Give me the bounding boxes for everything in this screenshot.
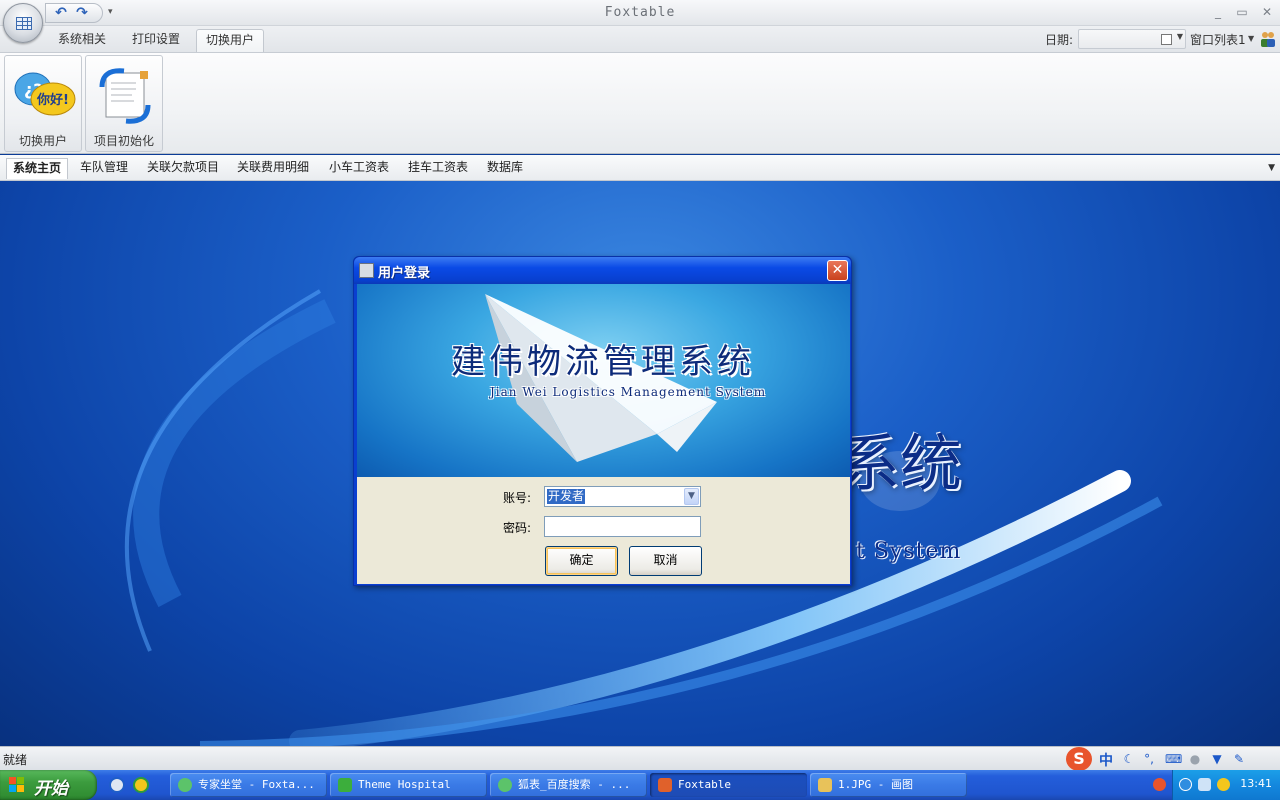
dialog-title: 用户登录 xyxy=(378,266,431,281)
sogou-tray-icon[interactable] xyxy=(1153,778,1166,791)
start-button[interactable]: 开始 xyxy=(0,770,97,800)
tab-database[interactable]: 数据库 xyxy=(481,158,529,179)
ok-button[interactable]: 确定 xyxy=(545,546,618,576)
clock: 13:41 xyxy=(1240,777,1272,790)
password-input[interactable] xyxy=(544,516,701,537)
window-title: Foxtable xyxy=(604,5,676,20)
user-icon[interactable]: ● xyxy=(1188,752,1202,766)
users-icon[interactable] xyxy=(1259,30,1277,48)
ribbon-tab-switch-user[interactable]: 切换用户 xyxy=(196,29,265,52)
login-dialog: 用户登录 ✕ 建伟物流管理系统 Jian Wei Logistics Manag… xyxy=(353,256,852,586)
account-select[interactable]: 开发者 ▼ xyxy=(544,486,701,507)
shirt-icon[interactable]: ▼ xyxy=(1210,752,1224,766)
close-window-button[interactable]: ✕ xyxy=(1256,3,1278,21)
tab-list-dropdown-icon[interactable]: ▼ xyxy=(1268,163,1275,173)
calendar-icon xyxy=(1161,34,1172,45)
ime-mode-button[interactable]: 中 xyxy=(1099,750,1113,770)
foxtable-icon xyxy=(658,778,672,792)
status-text: 就绪 xyxy=(3,753,28,767)
tab-home[interactable]: 系统主页 xyxy=(6,158,69,179)
switch-user-button[interactable]: ¿? 你好! 切换用户 xyxy=(4,55,82,152)
wrench-icon[interactable]: ✎ xyxy=(1232,752,1246,766)
tab-related-expenses[interactable]: 关联费用明细 xyxy=(231,158,315,179)
login-form: 账号: 开发者 ▼ 密码: 确定 取消 xyxy=(357,477,850,584)
taskbar-item[interactable]: Theme Hospital xyxy=(330,773,487,797)
project-init-label: 项目初始化 xyxy=(93,134,154,148)
window-list-dropdown[interactable]: 窗口列表1 xyxy=(1190,31,1246,48)
chevron-down-icon: ▼ xyxy=(1176,32,1183,41)
hello-speech-bubble-icon: ¿? 你好! xyxy=(14,72,76,116)
table-grid-icon xyxy=(16,17,32,30)
chevron-left-icon[interactable] xyxy=(1179,778,1192,791)
account-value: 开发者 xyxy=(547,489,586,504)
punctuation-icon[interactable]: °, xyxy=(1142,752,1156,766)
document-refresh-icon xyxy=(99,68,151,124)
tab-car-wages[interactable]: 小车工资表 xyxy=(323,158,395,179)
page-tab-bar: 系统主页 车队管理 关联欠款项目 关联费用明细 小车工资表 挂车工资表 数据库 … xyxy=(0,155,1280,181)
ribbon-tab-print-settings[interactable]: 打印设置 xyxy=(123,29,189,52)
paint-icon xyxy=(818,778,832,792)
banner-title: 建伟物流管理系统 xyxy=(451,342,755,382)
chevron-down-icon: ▼ xyxy=(1248,34,1255,43)
taskbar-item-label: 专家坐堂 - Foxta... xyxy=(198,778,315,791)
browser-icon xyxy=(178,778,192,792)
taskbar-item[interactable]: 1.JPG - 画图 xyxy=(810,773,967,797)
ribbon-tab-bar: 系统相关 打印设置 切换用户 日期: ▼ 窗口列表1 ▼ xyxy=(0,26,1280,52)
taskbar-item-label: 狐表_百度搜索 - ... xyxy=(518,778,631,791)
login-banner: 建伟物流管理系统 Jian Wei Logistics Management S… xyxy=(357,284,850,477)
taskbar-item-label: Theme Hospital xyxy=(358,778,451,791)
tab-trailer-wages[interactable]: 挂车工资表 xyxy=(402,158,474,179)
date-picker[interactable]: ▼ xyxy=(1078,29,1186,49)
windows-flag-icon xyxy=(9,777,24,792)
hospital-cross-icon xyxy=(338,778,352,792)
browser-icon xyxy=(498,778,512,792)
dialog-app-icon xyxy=(359,263,374,278)
dialog-close-button[interactable]: ✕ xyxy=(827,260,848,281)
background-title-text: 系统 xyxy=(838,427,963,500)
dialog-title-bar[interactable]: 用户登录 ✕ xyxy=(354,257,851,284)
ime-toolbar: S 中 ☾ °, ⌨ ● ▼ ✎ xyxy=(1066,747,1278,771)
chevron-down-icon[interactable]: ▼ xyxy=(684,488,699,505)
taskbar-item[interactable]: 专家坐堂 - Foxta... xyxy=(170,773,327,797)
network-icon[interactable] xyxy=(1198,778,1211,791)
banner-subtitle: Jian Wei Logistics Management System xyxy=(490,385,767,399)
ribbon-panel: ¿? 你好! 切换用户 项目初始化 xyxy=(0,52,1280,154)
moon-icon[interactable]: ☾ xyxy=(1122,752,1136,766)
start-label: 开始 xyxy=(34,779,68,799)
taskbar-item-label: 1.JPG - 画图 xyxy=(838,778,913,791)
sogou-ime-icon[interactable]: S xyxy=(1066,747,1092,771)
tab-fleet-management[interactable]: 车队管理 xyxy=(74,158,134,179)
browser-icon[interactable] xyxy=(133,777,149,793)
ie-icon[interactable] xyxy=(109,777,125,793)
password-label: 密码: xyxy=(503,521,532,535)
status-bar: 就绪 S 中 ☾ °, ⌨ ● ▼ ✎ xyxy=(0,746,1280,771)
application-menu-button[interactable] xyxy=(3,3,43,43)
keyboard-icon[interactable]: ⌨ xyxy=(1165,752,1182,766)
account-label: 账号: xyxy=(503,491,532,505)
title-bar: ↶ ↷ ▾ Foxtable _ ▭ ✕ xyxy=(0,0,1280,26)
quick-launch xyxy=(105,775,155,795)
tab-related-debts[interactable]: 关联欠款项目 xyxy=(141,158,225,179)
project-init-button[interactable]: 项目初始化 xyxy=(85,55,163,152)
browser-tray-icon[interactable] xyxy=(1217,778,1230,791)
taskbar: 开始 专家坐堂 - Foxta... Theme Hospital 狐表_百度搜… xyxy=(0,770,1280,800)
svg-text:你好!: 你好! xyxy=(36,92,69,108)
ribbon-tab-system[interactable]: 系统相关 xyxy=(49,29,115,52)
restore-button[interactable]: ▭ xyxy=(1231,3,1253,21)
taskbar-item[interactable]: 狐表_百度搜索 - ... xyxy=(490,773,647,797)
taskbar-item-active[interactable]: Foxtable xyxy=(650,773,807,797)
switch-user-label: 切换用户 xyxy=(18,134,67,148)
background-subtitle-text: t System xyxy=(856,539,962,564)
taskbar-item-label: Foxtable xyxy=(678,778,731,791)
minimize-button[interactable]: _ xyxy=(1207,3,1229,21)
system-tray: 13:41 xyxy=(1153,770,1280,800)
date-label: 日期: xyxy=(1045,33,1074,47)
cancel-button[interactable]: 取消 xyxy=(629,546,702,576)
